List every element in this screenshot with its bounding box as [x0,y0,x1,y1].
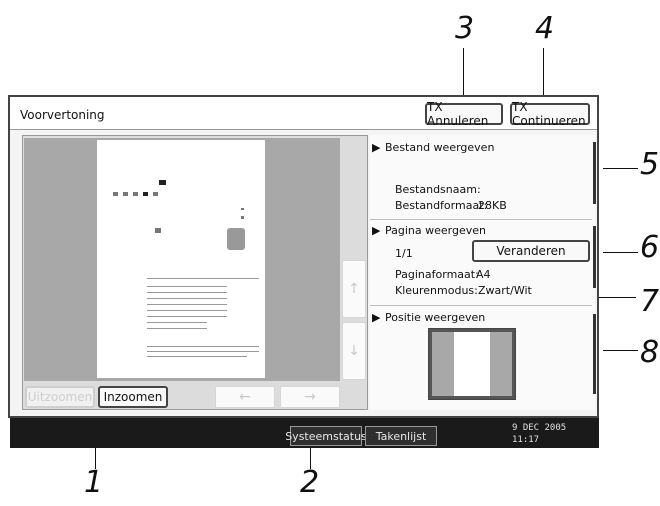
zoom-in-button[interactable]: Inzoomen [98,386,168,408]
status-date: 9 DEC 2005 [512,423,567,433]
previous-page-button[interactable]: ← [215,386,275,408]
callout-4: 4 [535,11,555,46]
section-marker-file [593,142,596,204]
next-page-button[interactable]: → [280,386,340,408]
page-counter: 1/1 [395,247,413,260]
right-arrow-icon: → [304,389,316,405]
down-arrow-icon: ↓ [348,343,360,359]
left-arrow-icon: ← [239,389,251,405]
position-thumbnail [428,328,516,400]
page-section-title: Pagina weergeven [385,224,486,237]
window-title: Voorvertoning [20,108,105,122]
callout-7: 7 [640,284,660,319]
job-list-button[interactable]: Takenlijst [365,426,437,446]
scroll-down-button[interactable]: ↓ [342,322,366,380]
callout-3: 3 [455,11,475,46]
page-size-value: A4 [476,268,491,281]
triangle-right-icon: ▶ [372,141,381,154]
status-time: 11:17 [512,435,540,445]
callout-2: 2 [300,465,320,500]
callout-5: 5 [640,147,660,182]
file-format-value: 28KB [478,199,507,212]
change-button[interactable]: Veranderen [472,240,590,262]
page-size-label: Paginaformaat: [395,268,479,281]
up-arrow-icon: ↑ [348,281,360,297]
tx-continue-button[interactable]: TX Continueren [510,100,590,128]
section-marker-position [593,314,596,394]
callout-8-line [603,350,638,351]
position-section-title: Positie weergeven [385,311,486,324]
tx-cancel-button[interactable]: TX Annuleren [425,100,503,128]
file-format-label: Bestandformaat: [395,199,488,212]
callout-6: 6 [640,230,660,265]
system-status-button[interactable]: Systeemstatus [285,426,367,446]
preview-page-thumbnail [97,140,265,378]
callout-8: 8 [640,335,660,370]
file-name-label: Bestandsnaam: [395,183,481,196]
callout-1: 1 [84,465,104,500]
callout-5-line [603,168,638,169]
section-marker-page [593,226,596,288]
zoom-out-button[interactable]: Uitzoomen [25,386,95,408]
triangle-right-icon: ▶ [372,224,381,237]
callout-6-line [603,252,638,253]
color-mode-value: Zwart/Wit [478,284,532,297]
color-mode-label: Kleurenmodus: [395,284,478,297]
file-section-title: Bestand weergeven [385,141,495,154]
scroll-up-button[interactable]: ↑ [342,260,366,318]
triangle-right-icon: ▶ [372,311,381,324]
